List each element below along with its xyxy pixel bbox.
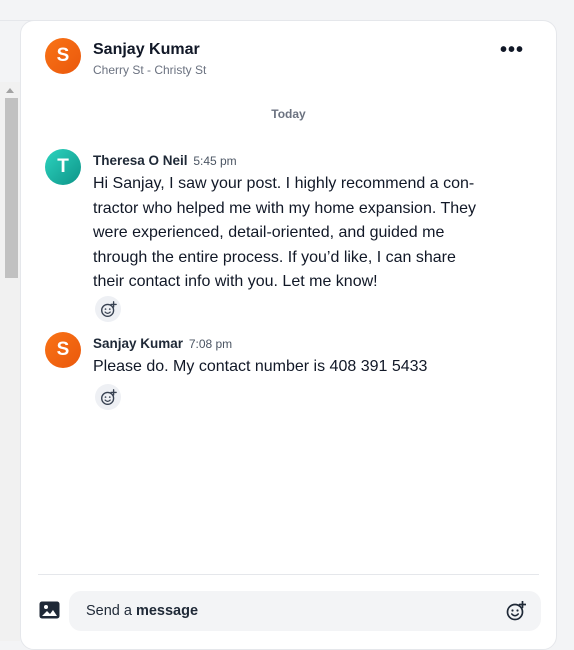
day-separator: Today	[271, 107, 306, 121]
add-emoji-icon	[506, 600, 527, 621]
scroll-up-arrow-icon[interactable]	[6, 88, 14, 93]
conversation-subtitle: Cherry St - Christy St	[93, 63, 207, 77]
attach-image-button[interactable]	[39, 601, 60, 619]
composer-divider	[38, 574, 539, 575]
avatar-letter: T	[57, 156, 69, 177]
add-emoji-icon	[100, 300, 117, 317]
avatar-letter: S	[56, 339, 70, 360]
input-placeholder-bold: message	[135, 603, 199, 619]
avatar[interactable]: S	[45, 332, 81, 368]
more-horizontal-icon: •••	[499, 39, 524, 61]
message-sender: Theresa O Neil 5:45 pm	[93, 153, 237, 168]
avatar[interactable]: S	[45, 38, 81, 74]
message-time: 7:08 pm	[188, 337, 233, 351]
message-time: 5:45 pm	[193, 154, 237, 168]
image-icon	[39, 601, 60, 619]
scrollbar-thumb[interactable]	[5, 98, 18, 278]
add-reaction-button[interactable]	[95, 384, 121, 410]
sender-name[interactable]: Theresa O Neil	[93, 153, 188, 168]
conversation-title[interactable]: Sanjay Kumar	[93, 41, 200, 59]
add-reaction-button[interactable]	[95, 296, 121, 322]
message-sender: Sanjay Kumar 7:08 pm	[93, 336, 232, 351]
avatar-letter: S	[56, 45, 70, 66]
message-input[interactable]: Send a message	[69, 591, 541, 631]
chat-panel: S Sanjay Kumar Cherry St - Christy St ••…	[20, 20, 557, 650]
input-placeholder-prefix: Send a	[86, 603, 132, 619]
add-emoji-icon	[100, 388, 117, 405]
scrollbar[interactable]	[0, 82, 20, 641]
emoji-picker-button[interactable]	[506, 600, 527, 621]
more-options-button[interactable]: •••	[500, 40, 524, 60]
sender-name[interactable]: Sanjay Kumar	[93, 336, 183, 351]
avatar[interactable]: T	[45, 149, 81, 185]
message-text: Hi Sanjay, I saw your post. I highly rec…	[93, 175, 477, 290]
message-text: Please do. My contact number is 408 391 …	[93, 358, 428, 375]
